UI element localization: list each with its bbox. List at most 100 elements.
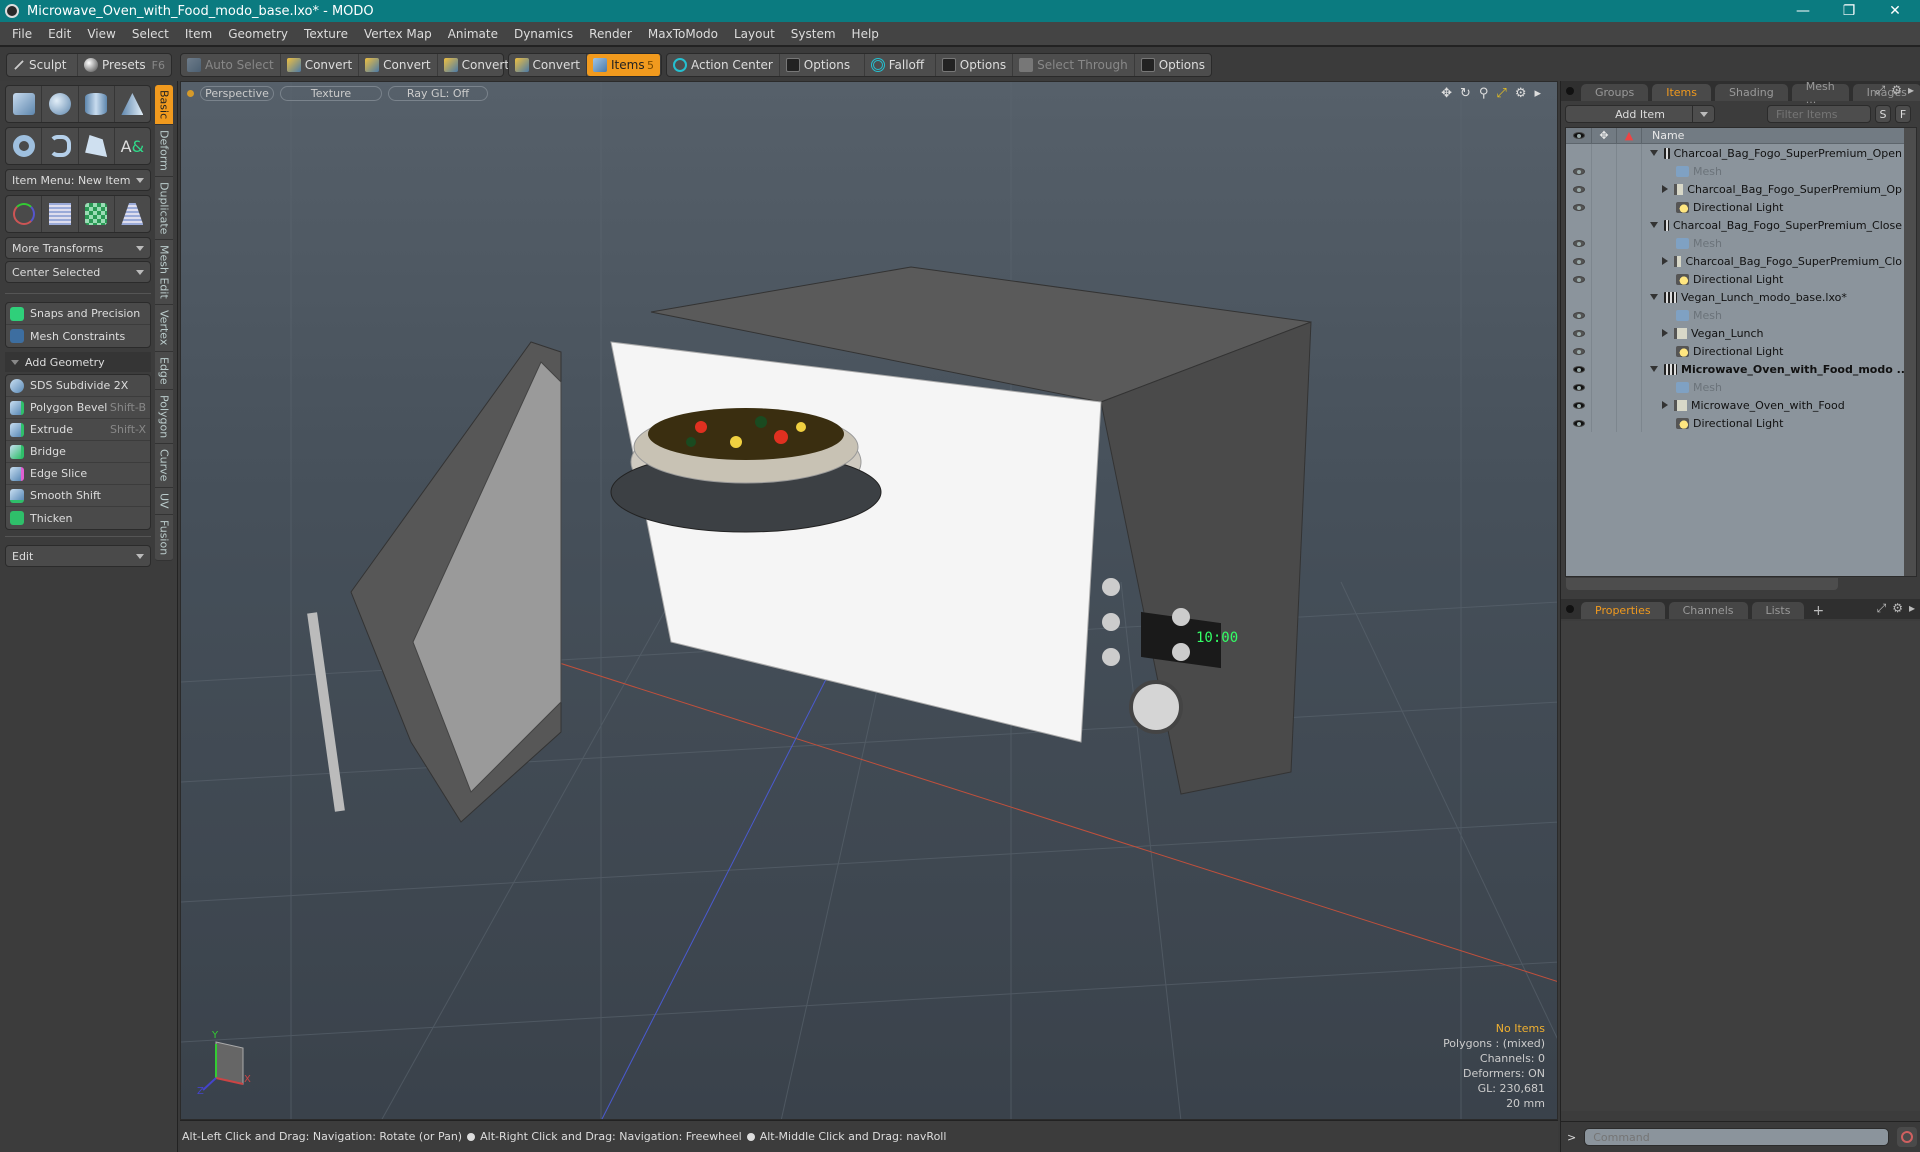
tab-lists[interactable]: Lists <box>1751 602 1805 619</box>
expand-icon[interactable]: ⤢ <box>1876 83 1886 98</box>
3d-viewport[interactable]: 10:00 Y X Z Perspective Texture Ray GL: <box>180 81 1558 1120</box>
expand-right-icon[interactable] <box>1662 329 1668 337</box>
visibility-toggle[interactable] <box>1566 396 1592 414</box>
visibility-toggle[interactable] <box>1566 288 1592 306</box>
tree-row[interactable]: Microwave_Oven_with_Food <box>1566 396 1916 414</box>
visibility-toggle[interactable] <box>1566 162 1592 180</box>
cone-tool[interactable] <box>115 86 150 122</box>
visibility-toggle[interactable] <box>1566 414 1592 432</box>
visibility-toggle[interactable] <box>1566 252 1592 270</box>
action-center-options-button[interactable]: Options <box>780 54 865 76</box>
tree-horizontal-scrollbar[interactable] <box>1566 578 1838 590</box>
auto-select-button[interactable]: Auto Select <box>181 54 281 76</box>
menu-select[interactable]: Select <box>124 27 177 41</box>
tree-row[interactable]: Microwave_Oven_with_Food_modo ... <box>1566 360 1916 378</box>
gear-icon[interactable]: ⚙ <box>1892 601 1903 616</box>
tab-deform[interactable]: Deform <box>155 125 173 178</box>
tree-row[interactable]: Vegan_Lunch_modo_base.lxo* <box>1566 288 1916 306</box>
menu-view[interactable]: View <box>79 27 123 41</box>
falloff-options-button[interactable]: Options <box>936 54 1014 76</box>
tree-row[interactable]: Mesh <box>1566 162 1916 180</box>
minimize-button[interactable]: — <box>1780 0 1826 22</box>
expand-down-icon[interactable] <box>1650 150 1658 156</box>
visibility-toggle[interactable] <box>1566 180 1592 198</box>
visibility-toggle[interactable] <box>1566 216 1592 234</box>
lattice-tool[interactable] <box>42 196 79 232</box>
visibility-toggle[interactable] <box>1566 270 1592 288</box>
visibility-toggle[interactable] <box>1566 198 1592 216</box>
snaps-and-precision-button[interactable]: Snaps and Precision <box>6 303 150 325</box>
tree-vertical-scrollbar[interactable] <box>1904 128 1916 576</box>
more-transforms-dropdown[interactable]: More Transforms <box>5 237 151 259</box>
lock-column-header[interactable]: ✥ <box>1592 128 1617 143</box>
expand-right-icon[interactable] <box>1662 401 1668 409</box>
filter-items-input[interactable] <box>1767 105 1871 123</box>
tab-mesh[interactable]: Mesh ... <box>1791 80 1849 106</box>
pan-icon[interactable]: ✥ <box>1441 86 1452 101</box>
lock-cell[interactable] <box>1592 360 1617 378</box>
menu-maxtomodo[interactable]: MaxToModo <box>640 27 726 41</box>
taper-tool[interactable] <box>115 196 150 232</box>
convert-items-button[interactable]: Convert <box>509 54 587 76</box>
add-item-dropdown[interactable] <box>1692 106 1714 122</box>
transform-tool[interactable] <box>6 196 43 232</box>
presets-button[interactable]: Presets F6 <box>78 54 171 76</box>
sphere-tool[interactable] <box>42 86 79 122</box>
extrude-button[interactable]: Extrude Shift-X <box>6 419 150 441</box>
gear-icon[interactable]: ⚙ <box>1515 86 1527 101</box>
tree-row[interactable]: Mesh <box>1566 306 1916 324</box>
tab-items[interactable]: Items <box>1652 84 1712 101</box>
lock-cell[interactable] <box>1592 252 1617 270</box>
record-macro-button[interactable] <box>1897 1127 1918 1147</box>
pen-tool[interactable] <box>79 128 115 164</box>
expand-icon[interactable]: ⤢ <box>1877 601 1887 616</box>
close-button[interactable]: ✕ <box>1872 0 1918 22</box>
tab-vertex[interactable]: Vertex <box>155 305 173 352</box>
tab-mesh-edit[interactable]: Mesh Edit <box>155 240 173 306</box>
gear-icon[interactable]: ⚙ <box>1891 83 1902 98</box>
bridge-button[interactable]: Bridge <box>6 441 150 463</box>
restore-button[interactable]: ❐ <box>1826 0 1872 22</box>
tab-shading[interactable]: Shading <box>1715 84 1788 101</box>
convert-vertices-button[interactable]: Convert <box>281 54 360 76</box>
visibility-toggle[interactable] <box>1566 234 1592 252</box>
visibility-toggle[interactable] <box>1566 378 1592 396</box>
item-menu-dropdown[interactable]: Item Menu: New Item <box>5 169 151 191</box>
expand-right-icon[interactable] <box>1662 185 1668 193</box>
command-input[interactable] <box>1584 1128 1890 1146</box>
select-through-button[interactable]: Select Through <box>1013 54 1135 76</box>
arrow-right-icon[interactable]: ▸ <box>1909 601 1915 616</box>
cylinder-tool[interactable] <box>79 86 115 122</box>
menu-file[interactable]: File <box>4 27 40 41</box>
convert-edges-button[interactable]: Convert <box>359 54 438 76</box>
view-mode-button[interactable]: Perspective <box>200 85 274 101</box>
tab-curve[interactable]: Curve <box>155 444 173 488</box>
rotate-icon[interactable]: ↻ <box>1460 86 1471 101</box>
menu-layout[interactable]: Layout <box>726 27 783 41</box>
tab-channels[interactable]: Channels <box>1668 602 1748 619</box>
center-selected-dropdown[interactable]: Center Selected <box>5 261 151 283</box>
expand-down-icon[interactable] <box>1650 294 1658 300</box>
tree-row[interactable]: Directional Light <box>1566 342 1916 360</box>
tree-row[interactable]: Directional Light <box>1566 270 1916 288</box>
lock-cell[interactable] <box>1592 324 1617 342</box>
sds-subdivide-button[interactable]: SDS Subdivide 2X <box>6 375 150 397</box>
lock-cell[interactable] <box>1592 396 1617 414</box>
lock-cell[interactable] <box>1592 342 1617 360</box>
tree-row[interactable]: Charcoal_Bag_Fogo_SuperPremium_Op ... <box>1566 180 1916 198</box>
expand-right-icon[interactable] <box>1662 257 1668 265</box>
tree-row[interactable]: Mesh <box>1566 378 1916 396</box>
tree-row[interactable]: Directional Light <box>1566 414 1916 432</box>
maximize-icon[interactable]: ⤢ <box>1496 86 1506 101</box>
menu-render[interactable]: Render <box>581 27 640 41</box>
visibility-toggle[interactable] <box>1566 360 1592 378</box>
shading-mode-button[interactable]: Texture <box>280 85 382 101</box>
arrow-right-icon[interactable]: ▸ <box>1908 83 1914 98</box>
lock-cell[interactable] <box>1592 378 1617 396</box>
lock-cell[interactable] <box>1592 198 1617 216</box>
mesh-constraints-button[interactable]: Mesh Constraints <box>6 325 150 347</box>
zoom-icon[interactable]: ⚲ <box>1479 86 1489 101</box>
type-column-header[interactable]: ▲ <box>1617 128 1642 143</box>
add-geometry-section[interactable]: Add Geometry <box>5 352 151 372</box>
f-button[interactable]: F <box>1895 105 1911 123</box>
